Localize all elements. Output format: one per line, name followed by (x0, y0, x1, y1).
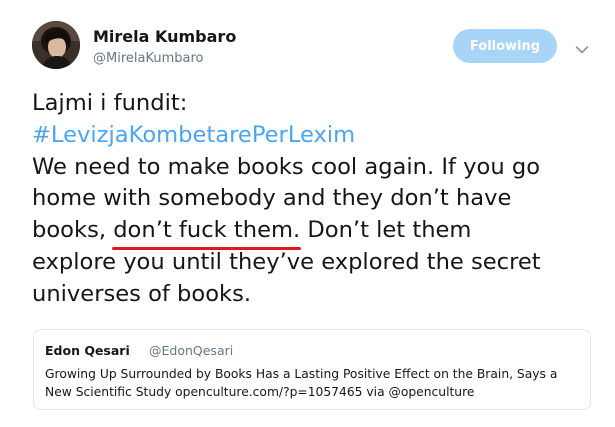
quoted-tweet-text: Growing Up Surrounded by Books Has a Las… (45, 365, 581, 401)
quoted-author-name: Edon Qesari (45, 343, 130, 358)
quoted-tweet-line: New Scientific Study openculture.com/?p=… (45, 385, 475, 399)
tweet-line-with-underline: books, don’t fuck them. Don’t let them (32, 215, 592, 250)
tweet-text: Lajmi i fundit: #LevizjaKombetarePerLexi… (32, 88, 592, 311)
chevron-down-icon[interactable] (575, 40, 589, 54)
tweet-line: home with somebody and they don’t have (32, 185, 512, 212)
following-button[interactable]: Following (453, 29, 557, 63)
tweet-line: explore you until they’ve explored the s… (32, 248, 541, 275)
tweet-text-segment: Don’t let them (307, 217, 472, 244)
author-display-name[interactable]: Mirela Kumbaro (93, 27, 236, 46)
hashtag-link[interactable]: #LevizjaKombetarePerLexim (32, 120, 592, 152)
profile-photo-icon (32, 21, 80, 69)
red-underlined-text: don’t fuck them. (112, 215, 302, 250)
quoted-author-handle: @EdonQesari (149, 343, 234, 358)
author-avatar[interactable] (32, 21, 80, 69)
quoted-tweet-line: Growing Up Surrounded by Books Has a Las… (45, 367, 558, 381)
tweet-line: Lajmi i fundit: (32, 90, 188, 116)
quoted-tweet-card[interactable]: Edon Qesari @EdonQesari Growing Up Surro… (33, 329, 591, 410)
tweet-line: We need to make books cool again. If you… (32, 153, 541, 180)
author-handle[interactable]: @MirelaKumbaro (93, 51, 203, 66)
tweet-card: Mirela Kumbaro @MirelaKumbaro Following … (0, 0, 615, 427)
tweet-text-segment: books, (32, 217, 107, 244)
tweet-line: universes of books. (32, 280, 252, 307)
